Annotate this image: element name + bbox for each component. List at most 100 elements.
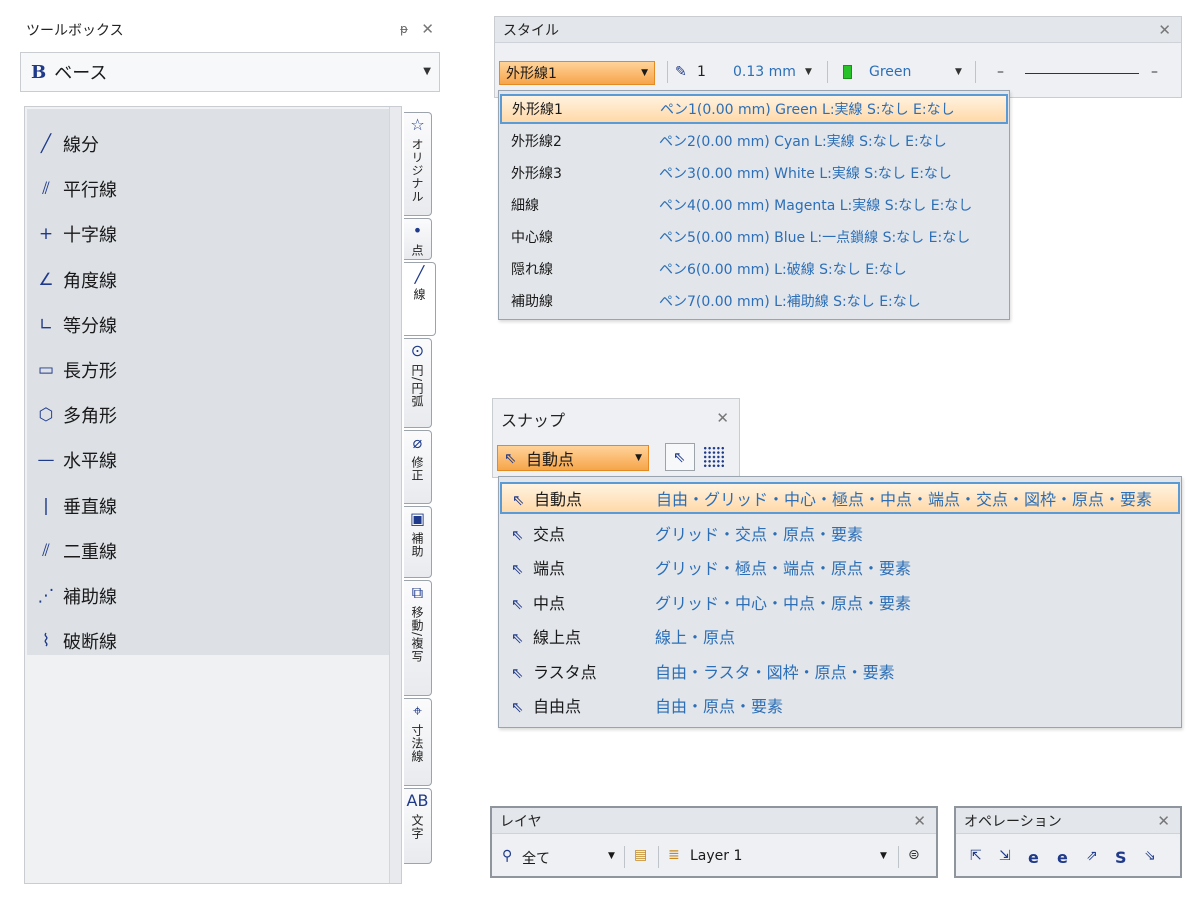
tool-label: 十字線 [63, 225, 117, 247]
grid-snap-button[interactable] [699, 443, 729, 471]
tab-9[interactable]: AB 文字 [404, 788, 432, 864]
tool-item[interactable]: ⬡ 多角形 [35, 400, 117, 430]
tab-icon: ╱ [414, 265, 425, 284]
tab-icon: AB [406, 791, 429, 810]
layer-title-bar[interactable]: レイヤ ✕ [492, 808, 936, 834]
tool-item[interactable]: | 垂直線 [35, 491, 117, 521]
style-option[interactable]: 隠れ線 ペン6(0.00 mm) L:破線 S:なし E:なし [501, 255, 1007, 283]
style-option-desc: ペン1(0.00 mm) Green L:実線 S:なし E:なし [660, 102, 955, 118]
cursor-snap-icon: ⇖ [673, 448, 686, 466]
layer-list-icon[interactable]: ⊜ [908, 847, 920, 863]
close-icon[interactable]: ✕ [1157, 812, 1170, 830]
tool-label: 角度線 [63, 270, 117, 292]
layer-manager-icon[interactable]: ▤ [634, 847, 647, 863]
chevron-down-icon: ▼ [641, 68, 648, 78]
style-option[interactable]: 外形線3 ペン3(0.00 mm) White L:実線 S:なし E:なし [501, 159, 1007, 187]
chevron-down-icon[interactable]: ▼ [955, 67, 962, 77]
scrollbar[interactable] [389, 107, 401, 883]
snap-option-desc: 自由・グリッド・中心・極点・中点・端点・交点・図枠・原点・要素 [656, 490, 1153, 509]
tab-2[interactable]: • 点 [404, 218, 432, 260]
style-combo[interactable]: 外形線1 ▼ [499, 61, 655, 85]
tool-item[interactable]: ⋰ 補助線 [35, 581, 118, 611]
close-icon[interactable]: ✕ [716, 409, 729, 427]
snap-option-label: 交点 [533, 524, 566, 544]
separator [658, 846, 659, 868]
line-type-sample[interactable] [1025, 73, 1139, 74]
tab-6[interactable]: ▣ 補助 [404, 506, 432, 578]
close-icon[interactable]: ✕ [1158, 21, 1171, 39]
tool-item[interactable]: ⌇ 破断線 [35, 626, 117, 656]
layer-toolbar: ⚲ 全て ▼ ▤ ≣ Layer 1 ▼ ⊜ [492, 842, 936, 872]
style-option-name: 隠れ線 [511, 262, 553, 278]
close-icon[interactable]: ✕ [421, 20, 434, 38]
operation-icon[interactable]: e [1057, 848, 1068, 867]
style-option-desc: ペン2(0.00 mm) Cyan L:実線 S:なし E:なし [659, 134, 947, 150]
close-icon[interactable]: ✕ [913, 812, 926, 830]
snap-option-label: ラスタ点 [533, 662, 597, 682]
tool-icon: ⬡ [38, 405, 54, 426]
color-name[interactable]: Green [869, 64, 911, 80]
pen-number[interactable]: 1 [697, 64, 706, 80]
operation-icon[interactable]: ⇲ [999, 848, 1011, 864]
line-type-right[interactable]: – [1151, 64, 1158, 80]
pen-icon[interactable]: ✎ [675, 64, 687, 80]
tool-item[interactable]: ∠ 角度線 [35, 265, 117, 295]
snap-option[interactable]: ⇖ 自由点 自由・原点・要素 [501, 690, 1179, 720]
snap-title-bar[interactable]: スナップ ✕ [493, 399, 739, 439]
tab-3[interactable]: ╱ 線 [404, 262, 436, 336]
tool-item[interactable]: ⫽ 二重線 [35, 536, 117, 566]
tool-item[interactable]: + 十字線 [35, 219, 117, 249]
snap-option-name: ⇖ 中点 [511, 590, 565, 614]
pin-icon[interactable]: ᵽ [400, 22, 408, 36]
line-width[interactable]: 0.13 mm [733, 64, 796, 80]
tab-5[interactable]: ⌀ 修正 [404, 430, 432, 504]
snap-combo[interactable]: ⇖ 自動点 ▼ [497, 445, 649, 471]
style-option-name: 細線 [511, 198, 539, 214]
tool-label: 等分線 [63, 315, 117, 337]
snap-option[interactable]: ⇖ 中点 グリッド・中心・中点・原点・要素 [501, 587, 1179, 617]
chevron-down-icon[interactable]: ▼ [805, 67, 812, 77]
snap-option[interactable]: ⇖ 端点 グリッド・極点・端点・原点・要素 [501, 552, 1179, 582]
tool-item[interactable]: ▭ 長方形 [35, 355, 117, 385]
style-option[interactable]: 中心線 ペン5(0.00 mm) Blue L:一点鎖線 S:なし E:なし [501, 223, 1007, 251]
snap-option[interactable]: ⇖ 自動点 自由・グリッド・中心・極点・中点・端点・交点・図枠・原点・要素 [500, 482, 1180, 514]
toolbox-title-bar[interactable]: ツールボックス ᵽ ✕ [18, 14, 442, 46]
operation-icon[interactable]: S [1115, 848, 1127, 867]
chevron-down-icon[interactable]: ▼ [880, 851, 887, 861]
snap-cursor-button[interactable]: ⇖ [665, 443, 695, 471]
line-type-left[interactable]: – [997, 64, 1004, 80]
style-option[interactable]: 外形線2 ペン2(0.00 mm) Cyan L:実線 S:なし E:なし [501, 127, 1007, 155]
snap-option[interactable]: ⇖ 交点 グリッド・交点・原点・要素 [501, 518, 1179, 548]
tab-4[interactable]: ⊙ 円/円弧 [404, 338, 432, 428]
tab-8[interactable]: ⌖ 寸法線 [404, 698, 432, 786]
style-option[interactable]: 外形線1 ペン1(0.00 mm) Green L:実線 S:なし E:なし [500, 94, 1008, 124]
layer-name[interactable]: Layer 1 [690, 848, 742, 864]
tool-item[interactable]: ⫽ 平行線 [35, 174, 117, 204]
snap-option-desc: 自由・原点・要素 [655, 697, 784, 716]
tab-label: 円/円弧 [410, 364, 424, 409]
layer-title: レイヤ [500, 813, 542, 830]
snap-option[interactable]: ⇖ 線上点 線上・原点 [501, 621, 1179, 651]
operation-icon[interactable]: e [1028, 848, 1039, 867]
color-swatch[interactable] [843, 65, 852, 79]
operation-title-bar[interactable]: オペレーション ✕ [956, 808, 1180, 834]
category-select[interactable]: B ベース ▼ [20, 52, 440, 92]
style-option-desc: ペン7(0.00 mm) L:補助線 S:なし E:なし [659, 294, 921, 310]
tool-item[interactable]: ∟ 等分線 [35, 310, 117, 340]
tab-icon: ☆ [410, 115, 425, 134]
tab-1[interactable]: ☆ オリジナル [404, 112, 432, 216]
operation-icon[interactable]: ⇘ [1144, 848, 1156, 864]
style-dropdown-list: 外形線1 ペン1(0.00 mm) Green L:実線 S:なし E:なし 外形線… [498, 90, 1010, 320]
operation-icon[interactable]: ⇗ [1086, 848, 1098, 864]
tab-7[interactable]: ⧉ 移動/複写 [404, 580, 432, 696]
operation-icon[interactable]: ⇱ [970, 848, 982, 864]
snap-option[interactable]: ⇖ ラスタ点 自由・ラスタ・図枠・原点・要素 [501, 656, 1179, 686]
style-title-bar[interactable]: スタイル ✕ [495, 17, 1181, 43]
layer-filter[interactable]: 全て [522, 848, 550, 868]
tool-item[interactable]: — 水平線 [35, 445, 118, 475]
style-option[interactable]: 補助線 ペン7(0.00 mm) L:補助線 S:なし E:なし [501, 287, 1007, 315]
style-option[interactable]: 細線 ペン4(0.00 mm) Magenta L:実線 S:なし E:なし [501, 191, 1007, 219]
chevron-down-icon[interactable]: ▼ [608, 851, 615, 861]
tool-icon: ⫽ [42, 179, 50, 200]
tool-item[interactable]: ╱ 線分 [35, 129, 99, 159]
